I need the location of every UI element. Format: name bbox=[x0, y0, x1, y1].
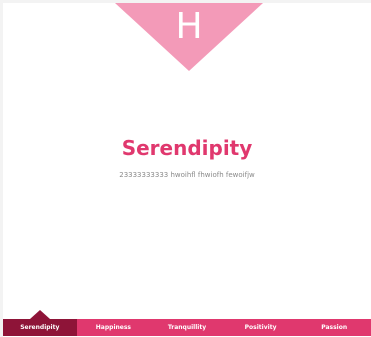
page-subtitle: 23333333333 hwoihfl fhwiofh fewoifjw bbox=[119, 171, 255, 179]
tab-label: Serendipity bbox=[20, 324, 60, 331]
tab-label: Happiness bbox=[95, 324, 131, 331]
app-frame: H Serendipity 23333333333 hwoihfl fhwiof… bbox=[3, 3, 371, 337]
tab-happiness[interactable]: Happiness bbox=[77, 319, 151, 336]
tab-passion[interactable]: Passion bbox=[297, 319, 371, 336]
active-tab-indicator bbox=[29, 310, 50, 319]
tab-positivity[interactable]: Positivity bbox=[224, 319, 298, 336]
tab-label: Passion bbox=[321, 324, 348, 331]
tab-tranquillity[interactable]: Tranquillity bbox=[150, 319, 224, 336]
tab-serendipity[interactable]: Serendipity bbox=[3, 310, 77, 336]
tab-label: Positivity bbox=[244, 324, 277, 331]
bottom-tab-bar: Serendipity Happiness Tranquillity Posit… bbox=[3, 310, 371, 336]
page-title: Serendipity bbox=[121, 136, 253, 160]
banner-letter: H bbox=[175, 6, 203, 47]
tab-label: Tranquillity bbox=[167, 324, 207, 331]
